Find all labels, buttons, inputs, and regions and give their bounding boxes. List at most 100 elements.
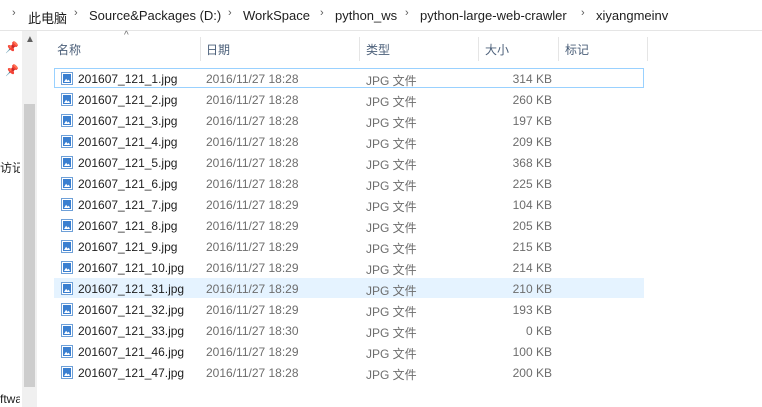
file-row[interactable]: 201607_121_46.jpg 2016/11/27 18:29 JPG 文件 1… (54, 341, 644, 361)
chevron-right-icon[interactable]: › (228, 7, 232, 19)
file-name: 201607_121_10.jpg (78, 261, 185, 275)
column-header-tags[interactable]: 标记 (565, 41, 589, 58)
navigation-pane: 📌 📌 访记录 ftwa (0, 31, 22, 407)
column-header-type[interactable]: 类型 (366, 41, 390, 58)
column-header-size[interactable]: 大小 (485, 41, 509, 58)
breadcrumb-this-pc[interactable]: 此电脑 (28, 8, 67, 27)
file-name: 201607_121_32.jpg (78, 303, 185, 317)
file-size: 104 KB (512, 198, 552, 212)
nav-scrollbar[interactable]: ▲ (22, 31, 37, 407)
column-divider[interactable] (558, 37, 559, 61)
file-size: 215 KB (512, 240, 552, 254)
file-date: 2016/11/27 18:29 (206, 303, 299, 317)
file-size: 214 KB (512, 261, 552, 275)
jpg-file-icon (61, 240, 73, 253)
file-name: 201607_121_8.jpg (78, 219, 178, 233)
file-row[interactable]: 201607_121_1.jpg 2016/11/27 18:28 JPG 文件 31… (54, 68, 644, 88)
file-date: 2016/11/27 18:28 (206, 156, 299, 170)
pin-icon[interactable]: 📌 (5, 41, 19, 54)
file-row[interactable]: 201607_121_5.jpg 2016/11/27 18:28 JPG 文件 36… (54, 152, 644, 172)
column-divider[interactable] (647, 37, 648, 61)
file-name: 201607_121_2.jpg (78, 93, 178, 107)
file-size: 200 KB (512, 366, 552, 380)
chevron-right-icon[interactable]: › (581, 7, 585, 19)
chevron-right-icon[interactable]: › (405, 7, 409, 19)
file-date: 2016/11/27 18:30 (206, 324, 299, 338)
file-row[interactable]: 201607_121_9.jpg 2016/11/27 18:29 JPG 文件 21… (54, 236, 644, 256)
file-date: 2016/11/27 18:28 (206, 72, 299, 86)
file-date: 2016/11/27 18:28 (206, 366, 299, 380)
file-row[interactable]: 201607_121_3.jpg 2016/11/27 18:28 JPG 文件 19… (54, 110, 644, 130)
file-name: 201607_121_46.jpg (78, 345, 185, 359)
file-size: 197 KB (512, 114, 552, 128)
file-row[interactable]: 201607_121_4.jpg 2016/11/27 18:28 JPG 文件 20… (54, 131, 644, 151)
file-date: 2016/11/27 18:28 (206, 177, 299, 191)
jpg-file-icon (61, 156, 73, 169)
column-divider[interactable] (478, 37, 479, 61)
file-type: JPG 文件 (366, 179, 417, 193)
column-header-date[interactable]: 日期 (206, 41, 230, 58)
column-divider[interactable] (200, 37, 201, 61)
file-date: 2016/11/27 18:29 (206, 240, 299, 254)
file-type: JPG 文件 (366, 368, 417, 382)
file-type: JPG 文件 (366, 137, 417, 151)
breadcrumb-drive-d[interactable]: Source&Packages (D:) (89, 8, 221, 23)
file-type: JPG 文件 (366, 242, 417, 256)
file-date: 2016/11/27 18:28 (206, 135, 299, 149)
jpg-file-icon (61, 324, 73, 337)
file-row[interactable]: 201607_121_7.jpg 2016/11/27 18:29 JPG 文件 10… (54, 194, 644, 214)
jpg-file-icon (61, 303, 73, 316)
file-type: JPG 文件 (366, 221, 417, 235)
file-name: 201607_121_6.jpg (78, 177, 178, 191)
file-date: 2016/11/27 18:28 (206, 93, 299, 107)
file-name: 201607_121_33.jpg (78, 324, 185, 338)
chevron-right-icon[interactable]: › (12, 7, 16, 19)
file-row[interactable]: 201607_121_6.jpg 2016/11/27 18:28 JPG 文件 22… (54, 173, 644, 193)
jpg-file-icon (61, 135, 73, 148)
chevron-right-icon[interactable]: › (74, 7, 78, 19)
file-row[interactable]: 201607_121_32.jpg 2016/11/27 18:29 JPG 文件 1… (54, 299, 644, 319)
file-name: 201607_121_1.jpg (78, 72, 178, 86)
breadcrumb-python-large-web-crawler[interactable]: python-large-web-crawler (420, 8, 567, 23)
file-name: 201607_121_47.jpg (78, 366, 185, 380)
file-size: 260 KB (512, 93, 552, 107)
file-date: 2016/11/27 18:28 (206, 114, 299, 128)
scroll-up-arrow-icon[interactable]: ▲ (25, 34, 35, 45)
jpg-file-icon (61, 219, 73, 232)
file-row[interactable]: 201607_121_8.jpg 2016/11/27 18:29 JPG 文件 20… (54, 215, 644, 235)
sort-ascending-icon: ^ (124, 30, 129, 41)
file-type: JPG 文件 (366, 200, 417, 214)
file-name: 201607_121_31.jpg (78, 282, 185, 296)
nav-item-recent[interactable]: 访记录 (0, 159, 20, 176)
file-name: 201607_121_9.jpg (78, 240, 178, 254)
jpg-file-icon (61, 345, 73, 358)
jpg-file-icon (61, 198, 73, 211)
file-row[interactable]: 201607_121_10.jpg 2016/11/27 18:29 JPG 文件 2… (54, 257, 644, 277)
breadcrumb-xiyangmeinv[interactable]: xiyangmeinv (596, 8, 668, 23)
file-size: 209 KB (512, 135, 552, 149)
breadcrumb-workspace[interactable]: WorkSpace (243, 8, 310, 23)
file-type: JPG 文件 (366, 263, 417, 277)
file-row[interactable]: 201607_121_47.jpg 2016/11/27 18:28 JPG 文件 2… (54, 362, 644, 382)
jpg-file-icon (61, 177, 73, 190)
file-row[interactable]: 201607_121_31.jpg 2016/11/27 18:29 JPG 文件 2… (54, 278, 644, 298)
column-header-name[interactable]: 名称 (57, 41, 81, 58)
pin-icon[interactable]: 📌 (5, 64, 19, 77)
file-name: 201607_121_4.jpg (78, 135, 178, 149)
file-type: JPG 文件 (366, 347, 417, 361)
file-row[interactable]: 201607_121_33.jpg 2016/11/27 18:30 JPG 文件 0… (54, 320, 644, 340)
column-divider[interactable] (359, 37, 360, 61)
file-size: 193 KB (512, 303, 552, 317)
file-row[interactable]: 201607_121_2.jpg 2016/11/27 18:28 JPG 文件 26… (54, 89, 644, 109)
scrollbar-thumb[interactable] (24, 104, 35, 387)
nav-item-software[interactable]: ftwa (0, 392, 20, 406)
file-name: 201607_121_5.jpg (78, 156, 178, 170)
file-size: 205 KB (512, 219, 552, 233)
address-bar[interactable]: › 此电脑 › Source&Packages (D:) › WorkSpace… (0, 0, 762, 31)
file-name: 201607_121_3.jpg (78, 114, 178, 128)
chevron-right-icon[interactable]: › (320, 7, 324, 19)
file-name: 201607_121_7.jpg (78, 198, 178, 212)
file-size: 100 KB (512, 345, 552, 359)
breadcrumb-python-ws[interactable]: python_ws (335, 8, 397, 23)
jpg-file-icon (61, 366, 73, 379)
